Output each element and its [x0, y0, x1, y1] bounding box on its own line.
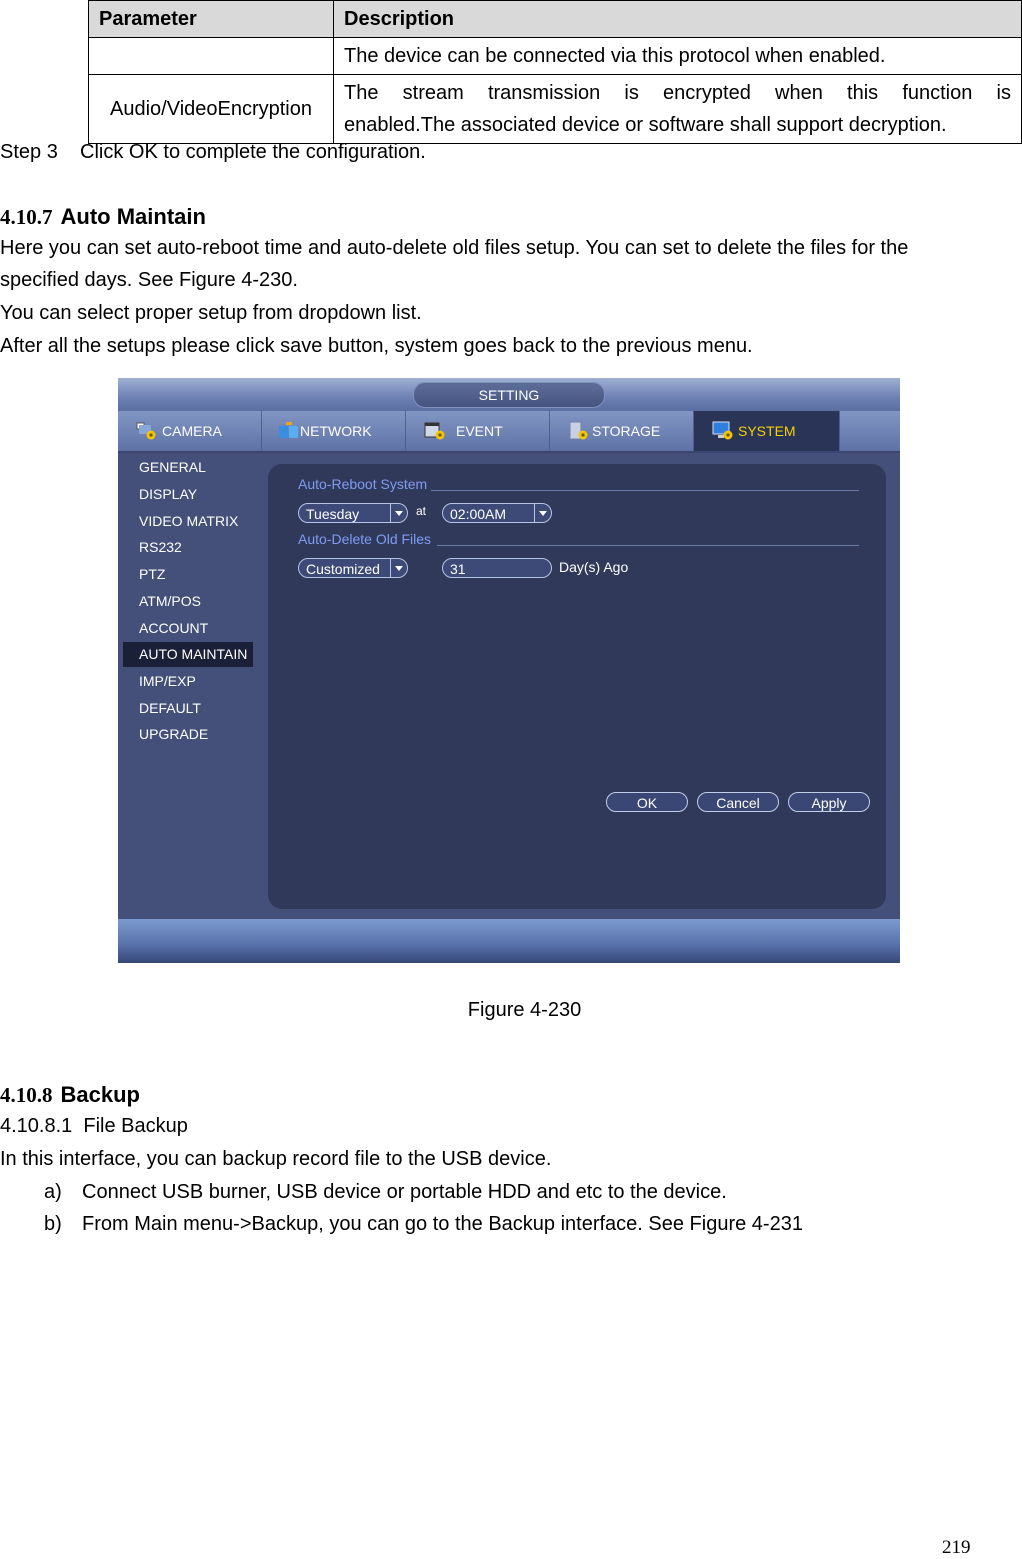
table-header-row: Parameter Description	[88, 0, 1022, 38]
sidebar-item-upgrade[interactable]: UPGRADE	[123, 722, 253, 747]
select-value: 02:00AM	[450, 506, 507, 522]
description-line: enabled.The associated device or softwar…	[344, 114, 947, 136]
paragraph: In this interface, you can backup record…	[0, 1148, 552, 1170]
dvr-settings-screenshot: SETTING CAMERA NETWORK EVENT STORAGE SYS…	[118, 378, 900, 963]
bottom-bar	[118, 919, 900, 963]
sidebar-item-imp-exp[interactable]: IMP/EXP	[123, 669, 253, 694]
tab-storage[interactable]: STORAGE	[550, 411, 694, 451]
delete-days-input[interactable]: 31	[442, 558, 552, 578]
header-description: Description	[333, 0, 1022, 38]
parameter-table: Parameter Description The device can be …	[88, 0, 1022, 144]
tab-label: NETWORK	[300, 423, 372, 439]
sidebar-item-display[interactable]: DISPLAY	[123, 482, 253, 507]
paragraph: After all the setups please click save b…	[0, 335, 753, 357]
sidebar-item-default[interactable]: DEFAULT	[123, 696, 253, 721]
list-item: b) From Main menu->Backup, you can go to …	[44, 1213, 803, 1236]
sidebar-menu: GENERAL DISPLAY VIDEO MATRIX RS232 PTZ A…	[118, 453, 266, 918]
cell-parameter	[88, 37, 334, 75]
select-value: Tuesday	[306, 506, 360, 522]
select-value: Customized	[306, 561, 380, 577]
cell-description: The stream transmission is encrypted whe…	[333, 74, 1022, 144]
section-heading-backup: 4.10.8 Backup	[0, 1082, 140, 1108]
window-title: SETTING	[413, 382, 605, 408]
tab-event[interactable]: EVENT	[406, 411, 550, 451]
network-icon	[279, 422, 298, 438]
sidebar-item-account[interactable]: ACCOUNT	[123, 616, 253, 641]
figure-caption: Figure 4-230	[467, 999, 582, 1021]
table-row: Audio/VideoEncryption The stream transmi…	[88, 74, 1022, 144]
title-bar: SETTING	[118, 378, 900, 411]
tab-label: CAMERA	[162, 423, 222, 439]
settings-content-panel: Auto-Reboot System Tuesday at 02:00AM Au…	[268, 464, 886, 909]
apply-button[interactable]: Apply	[788, 792, 870, 812]
ok-button[interactable]: OK	[606, 792, 688, 812]
section-title: Auto Maintain	[60, 204, 206, 229]
tab-network[interactable]: NETWORK	[262, 411, 406, 451]
description-line: The stream transmission is encrypted whe…	[344, 82, 1011, 104]
subsection-heading: 4.10.8.1 File Backup	[0, 1115, 188, 1137]
days-suffix-label: Day(s) Ago	[559, 559, 629, 575]
sidebar-item-auto-maintain[interactable]: AUTO MAINTAIN	[123, 642, 253, 667]
event-gear-icon	[424, 422, 445, 440]
section-heading-auto-maintain: 4.10.7 Auto Maintain	[0, 204, 206, 230]
paragraph: specified days. See Figure 4-230.	[0, 269, 298, 291]
section-label-auto-delete: Auto-Delete Old Files	[298, 531, 432, 547]
storage-gear-icon	[569, 421, 588, 440]
sidebar-item-ptz[interactable]: PTZ	[123, 562, 253, 587]
tab-label: STORAGE	[592, 423, 661, 439]
divider	[431, 490, 859, 491]
divider	[437, 545, 859, 546]
tab-label: SYSTEM	[738, 423, 796, 439]
delete-mode-select[interactable]: Customized	[298, 558, 408, 578]
reboot-day-select[interactable]: Tuesday	[298, 503, 408, 523]
section-number: 4.10.7	[0, 205, 53, 229]
chevron-down-icon	[390, 559, 407, 577]
system-monitor-icon	[712, 421, 733, 440]
tab-label: EVENT	[456, 423, 503, 439]
list-marker: a)	[44, 1181, 62, 1203]
list-marker: b)	[44, 1213, 62, 1235]
reboot-time-select[interactable]: 02:00AM	[442, 503, 552, 523]
section-number: 4.10.8	[0, 1083, 53, 1107]
step-3-text: Step 3 Click OK to complete the configur…	[0, 141, 426, 163]
table-row: The device can be connected via this pro…	[88, 37, 1022, 75]
camera-gear-icon	[136, 422, 156, 440]
sidebar-item-rs232[interactable]: RS232	[123, 535, 253, 560]
sidebar-item-general[interactable]: GENERAL	[123, 455, 253, 480]
paragraph: Here you can set auto-reboot time and au…	[0, 237, 909, 259]
chevron-down-icon	[390, 504, 407, 522]
section-label-auto-reboot: Auto-Reboot System	[298, 476, 428, 492]
list-text: From Main menu->Backup, you can go to th…	[82, 1213, 803, 1235]
cancel-button[interactable]: Cancel	[697, 792, 779, 812]
tab-camera[interactable]: CAMERA	[118, 411, 262, 451]
sidebar-item-video-matrix[interactable]: VIDEO MATRIX	[123, 509, 253, 534]
input-value: 31	[450, 561, 466, 577]
section-title: Backup	[60, 1082, 140, 1107]
page-number: 219	[942, 1537, 971, 1558]
cell-parameter: Audio/VideoEncryption	[88, 74, 334, 144]
tab-system[interactable]: SYSTEM	[694, 411, 840, 451]
header-parameter: Parameter	[88, 0, 334, 38]
cell-description: The device can be connected via this pro…	[333, 37, 1022, 75]
list-item: a) Connect USB burner, USB device or port…	[44, 1181, 727, 1204]
chevron-down-icon	[534, 504, 551, 522]
at-label: at	[416, 504, 427, 518]
paragraph: You can select proper setup from dropdow…	[0, 302, 422, 324]
sidebar-item-atm-pos[interactable]: ATM/POS	[123, 589, 253, 614]
list-text: Connect USB burner, USB device or portab…	[82, 1181, 727, 1203]
tab-bar: CAMERA NETWORK EVENT STORAGE SYSTEM	[118, 411, 900, 453]
